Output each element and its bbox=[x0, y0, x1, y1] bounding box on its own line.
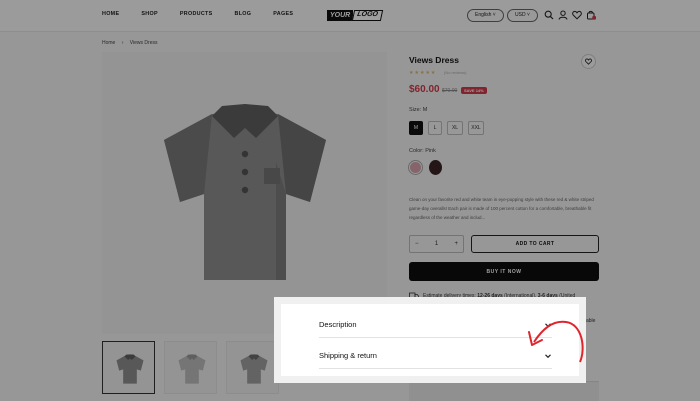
accordion-description[interactable]: Description bbox=[319, 312, 552, 338]
accordion-shipping-label: Shipping & return bbox=[319, 351, 377, 360]
accordion-description-label: Description bbox=[319, 320, 357, 329]
annotation-arrow bbox=[528, 320, 584, 363]
accordion-shipping[interactable]: Shipping & return bbox=[319, 343, 552, 369]
